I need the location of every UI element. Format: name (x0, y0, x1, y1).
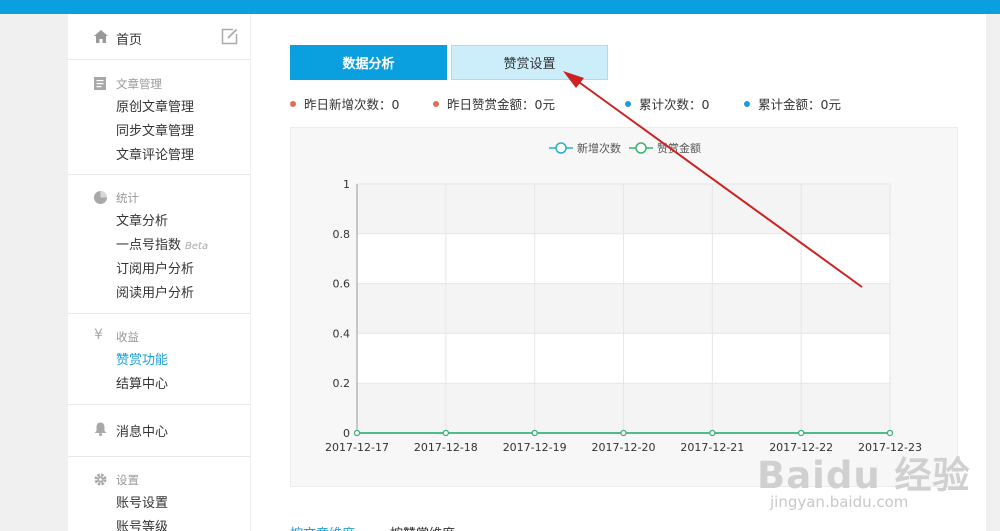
line-chart: 0 0.2 0.4 0.6 0.8 1 2017-12-17 2017-12-18 2017-1… (325, 141, 922, 454)
section-title-income: 收益 (116, 330, 139, 344)
sidebar: 首页 文章管理 原创文章管理 同步文章管理 文章评论管理 统计 文章分析 一点号… (68, 14, 250, 531)
y-tick-label: 0.2 (333, 377, 351, 390)
tab-by-article[interactable]: 按文章维度 (290, 523, 355, 531)
sidebar-item-home[interactable]: 首页 (68, 14, 250, 60)
stat-total-count: 累计次数：0 (625, 94, 709, 113)
data-point (886, 429, 894, 437)
y-tick-label: 0.4 (333, 327, 351, 340)
y-tick-label: 0 (343, 427, 350, 440)
y-tick-label: 0.6 (333, 278, 351, 291)
legend-label: 新增次数 (577, 141, 621, 155)
sidebar-item-account-settings[interactable]: 账号设置 (116, 492, 168, 511)
section-title-settings: 设置 (116, 473, 139, 487)
sidebar-item-original-articles[interactable]: 原创文章管理 (116, 96, 194, 115)
data-point (531, 429, 538, 437)
stat-label: 累计金额：0元 (758, 97, 841, 112)
sidebar-item-reward[interactable]: 赞赏功能 (116, 349, 168, 368)
stat-label: 昨日新增次数：0 (304, 97, 400, 112)
x-tick-label: 2017-12-17 (325, 441, 389, 454)
sidebar-home-label: 首页 (116, 33, 143, 48)
status-dot (290, 100, 296, 107)
beta-badge: Beta (185, 241, 209, 252)
status-dot (744, 100, 750, 107)
status-dot (433, 100, 439, 107)
x-tick-label: 2017-12-18 (414, 441, 478, 454)
sidebar-item-article-comments[interactable]: 文章评论管理 (116, 144, 194, 163)
baidu-jingyan-watermark: Baidu 经验 (757, 454, 971, 497)
y-tick-label: 0.8 (333, 228, 351, 241)
x-tick-label: 2017-12-20 (592, 441, 656, 454)
sidebar-item-messages[interactable]: 消息中心 (68, 406, 250, 457)
status-dot (625, 100, 631, 107)
sidebar-item-settlement[interactable]: 结算中心 (116, 373, 168, 392)
tab-reward-settings[interactable]: 赞赏设置 (451, 45, 608, 80)
yen-icon: ¥ (94, 327, 103, 343)
section-title-articles: 文章管理 (116, 77, 162, 91)
chart-container: 0 0.2 0.4 0.6 0.8 1 2017-12-17 2017-12-18 2017-1… (290, 127, 958, 487)
x-tick-label: 2017-12-21 (680, 441, 744, 454)
legend-marker (555, 142, 567, 154)
sidebar-section-stats: 统计 文章分析 一点号指数 Beta 订阅用户分析 阅读用户分析 (68, 176, 250, 314)
document-icon (94, 77, 106, 90)
sidebar-item-subscriber-analysis[interactable]: 订阅用户分析 (116, 258, 194, 277)
top-bar (0, 0, 1000, 14)
legend-marker (635, 142, 647, 154)
home-icon (94, 30, 108, 43)
data-point (620, 429, 627, 437)
data-point (798, 429, 805, 437)
y-tick-label: 1 (343, 178, 350, 191)
data-point (709, 429, 716, 437)
sidebar-section-articles: 文章管理 原创文章管理 同步文章管理 文章评论管理 (68, 61, 250, 175)
watermark-url: jingyan.baidu.com (770, 493, 909, 511)
stat-total-amount: 累计金额：0元 (744, 94, 841, 113)
sidebar-item-index[interactable]: 一点号指数 Beta (116, 234, 208, 253)
legend-label: 赞赏金额 (657, 141, 701, 155)
stat-amount-yesterday: 昨日赞赏金额：0元 (433, 94, 555, 113)
sidebar-messages-label: 消息中心 (116, 425, 169, 440)
sidebar-item-index-label: 一点号指数 (116, 238, 182, 253)
sidebar-item-article-analysis[interactable]: 文章分析 (116, 210, 168, 229)
stat-label: 昨日赞赏金额：0元 (447, 97, 555, 112)
pie-chart-icon (94, 191, 107, 204)
stat-new-count-yesterday: 昨日新增次数：0 (290, 94, 399, 113)
gear-icon (94, 473, 107, 486)
sidebar-item-reader-analysis[interactable]: 阅读用户分析 (116, 282, 194, 301)
sidebar-section-income: ¥ 收益 赞赏功能 结算中心 (68, 315, 250, 405)
edit-icon[interactable] (221, 28, 238, 45)
bell-icon (94, 422, 107, 436)
sidebar-section-settings: 设置 账号设置 账号等级 (68, 458, 250, 531)
section-title-stats: 统计 (116, 191, 139, 205)
tab-by-reward[interactable]: 按赞赏维度 (390, 523, 455, 531)
tab-data-analysis[interactable]: 数据分析 (290, 45, 447, 80)
sidebar-item-synced-articles[interactable]: 同步文章管理 (116, 120, 194, 139)
data-point (353, 429, 361, 437)
data-point (442, 429, 449, 437)
stat-label: 累计次数：0 (639, 97, 710, 112)
sidebar-item-account-level[interactable]: 账号等级 (116, 516, 168, 531)
x-tick-label: 2017-12-19 (503, 441, 567, 454)
